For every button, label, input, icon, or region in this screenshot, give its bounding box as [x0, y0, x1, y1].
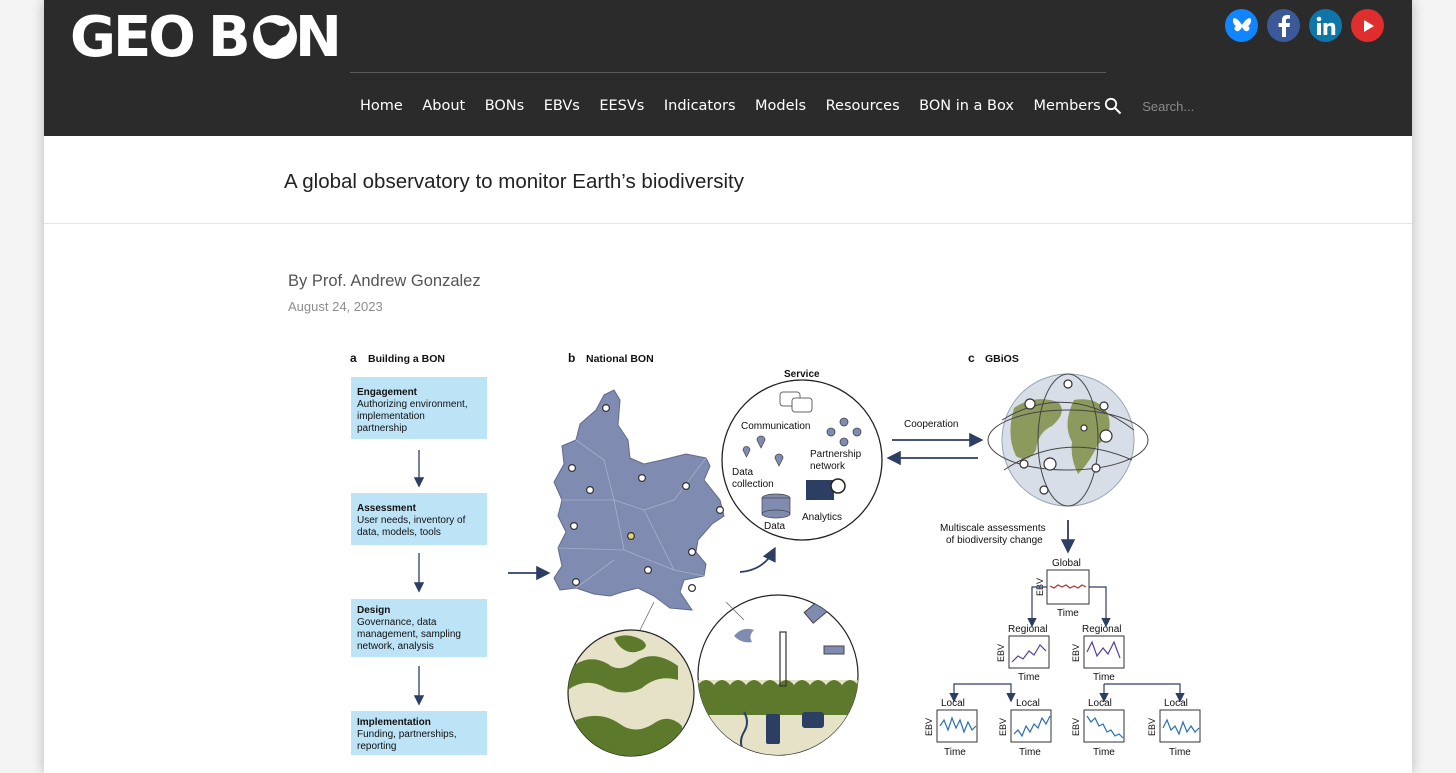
social-links [1225, 9, 1393, 42]
svg-text:reporting: reporting [357, 741, 396, 752]
svg-text:Communication: Communication [741, 421, 810, 432]
site-header: GEO B N Home About BONs EBVs EESVs Indic… [44, 0, 1412, 136]
step-design: Design Governance, data management, samp… [351, 599, 487, 657]
panel-a-title: Building a BON [368, 353, 445, 365]
national-map [553, 389, 725, 611]
svg-text:Engagement: Engagement [357, 387, 418, 398]
nav-bon-in-a-box[interactable]: BON in a Box [919, 98, 1014, 114]
nav-resources[interactable]: Resources [826, 98, 900, 114]
svg-text:Analytics: Analytics [802, 512, 842, 523]
landscape-circle [567, 601, 695, 757]
svg-text:Local: Local [1088, 698, 1112, 709]
bluesky-icon[interactable] [1225, 9, 1258, 42]
panel-c-title: GBiOS [985, 353, 1019, 365]
svg-text:Data: Data [732, 467, 754, 478]
svg-text:Implementation: Implementation [357, 717, 431, 728]
search-icon[interactable] [1104, 97, 1122, 115]
regional-ebv-1: Regional Time EBV [996, 624, 1050, 683]
svg-text:Local: Local [1164, 698, 1188, 709]
panel-c-letter: c [968, 351, 975, 365]
svg-text:implementation: implementation [357, 411, 425, 422]
svg-text:EBV: EBV [998, 718, 1008, 736]
svg-text:EBV: EBV [996, 644, 1006, 662]
figure-graphic: a Building a BON Engagement Authorizing … [350, 351, 1201, 758]
svg-text:Time: Time [944, 747, 966, 758]
cooperation-label: Cooperation [904, 419, 958, 430]
svg-text:Time: Time [1019, 747, 1041, 758]
nav-models[interactable]: Models [755, 98, 806, 114]
nav-home[interactable]: Home [360, 98, 403, 114]
youtube-icon[interactable] [1351, 9, 1384, 42]
local-ebv-3: Local Time EBV [1071, 698, 1125, 758]
search-input[interactable] [1142, 98, 1253, 114]
nav-indicators[interactable]: Indicators [664, 98, 736, 114]
svg-text:User needs, inventory of: User needs, inventory of [357, 515, 466, 526]
svg-text:EBV: EBV [924, 718, 934, 736]
regional-ebv-2: Regional Time EBV [1071, 624, 1125, 683]
svg-text:Time: Time [1169, 747, 1191, 758]
svg-text:Funding, partnerships,: Funding, partnerships, [357, 729, 457, 740]
svg-text:Time: Time [1093, 672, 1115, 683]
svg-text:Assessment: Assessment [357, 503, 417, 514]
nav-members[interactable]: Members [1034, 98, 1101, 114]
svg-text:Regional: Regional [1082, 624, 1121, 635]
svg-text:collection: collection [732, 479, 774, 490]
linkedin-icon[interactable] [1309, 9, 1342, 42]
logo-graphic: GEO B N [70, 5, 342, 66]
svg-text:network, analysis: network, analysis [357, 641, 434, 652]
page-container: GEO B N Home About BONs EBVs EESVs Indic… [44, 0, 1412, 773]
multiscale-line-1: Multiscale assessments [940, 523, 1046, 534]
geo-bon-logo[interactable]: GEO B N [70, 4, 346, 66]
svg-text:Design: Design [357, 605, 390, 616]
svg-text:B: B [208, 5, 248, 66]
nav-bons[interactable]: BONs [485, 98, 525, 114]
svg-text:partnership: partnership [357, 423, 407, 434]
main-nav: Home About BONs EBVs EESVs Indicators Mo… [360, 88, 1253, 124]
svg-text:EBV: EBV [1147, 718, 1157, 736]
page-title: A global observatory to monitor Earth’s … [284, 170, 744, 193]
author-byline: By Prof. Andrew Gonzalez [288, 272, 481, 290]
local-ebv-4: Local Time EBV [1147, 698, 1201, 758]
multiscale-line-2: of biodiversity change [946, 535, 1043, 546]
svg-text:Global: Global [1052, 558, 1081, 569]
svg-text:Local: Local [941, 698, 965, 709]
panel-b-letter: b [568, 351, 575, 365]
svg-text:network: network [810, 461, 846, 472]
svg-text:Partnership: Partnership [810, 449, 862, 460]
svg-text:Time: Time [1057, 608, 1079, 619]
svg-text:Regional: Regional [1008, 624, 1047, 635]
svg-text:GEO: GEO [70, 5, 193, 66]
svg-text:Local: Local [1016, 698, 1040, 709]
svg-text:EBV: EBV [1071, 718, 1081, 736]
local-ebv-1: Local Time EBV [924, 698, 978, 758]
svg-text:EBV: EBV [1071, 644, 1081, 662]
title-band: A global observatory to monitor Earth’s … [44, 136, 1412, 224]
panel-a-letter: a [350, 351, 357, 365]
svg-text:management, sampling: management, sampling [357, 629, 461, 640]
svg-text:Authorizing environment,: Authorizing environment, [357, 399, 468, 410]
step-assessment: Assessment User needs, inventory of data… [351, 493, 487, 545]
step-implementation: Implementation Funding, partnerships, re… [351, 711, 487, 755]
svg-text:Time: Time [1018, 672, 1040, 683]
gbios-figure: a Building a BON Engagement Authorizing … [314, 340, 1214, 773]
svg-text:Governance, data: Governance, data [357, 617, 437, 628]
nav-divider [350, 72, 1106, 73]
nav-eesvs[interactable]: EESVs [599, 98, 644, 114]
svg-text:data, models, tools: data, models, tools [357, 527, 441, 538]
step-engagement: Engagement Authorizing environment, impl… [351, 377, 487, 439]
svg-text:N: N [295, 5, 339, 66]
facebook-icon[interactable] [1267, 9, 1300, 42]
svg-text:Data: Data [764, 521, 786, 532]
svg-text:Service: Service [784, 369, 820, 380]
sensor-circle [697, 594, 859, 756]
nav-ebvs[interactable]: EBVs [544, 98, 580, 114]
global-ebv: Global Time EBV [1035, 558, 1090, 619]
local-ebv-2: Local Time EBV [998, 698, 1052, 758]
post-date: August 24, 2023 [288, 299, 383, 314]
globe [987, 373, 1149, 507]
svg-text:Time: Time [1093, 747, 1115, 758]
service-circle: Service Communication Partnership networ… [721, 369, 883, 541]
nav-about[interactable]: About [422, 98, 465, 114]
panel-b-title: National BON [586, 353, 654, 365]
